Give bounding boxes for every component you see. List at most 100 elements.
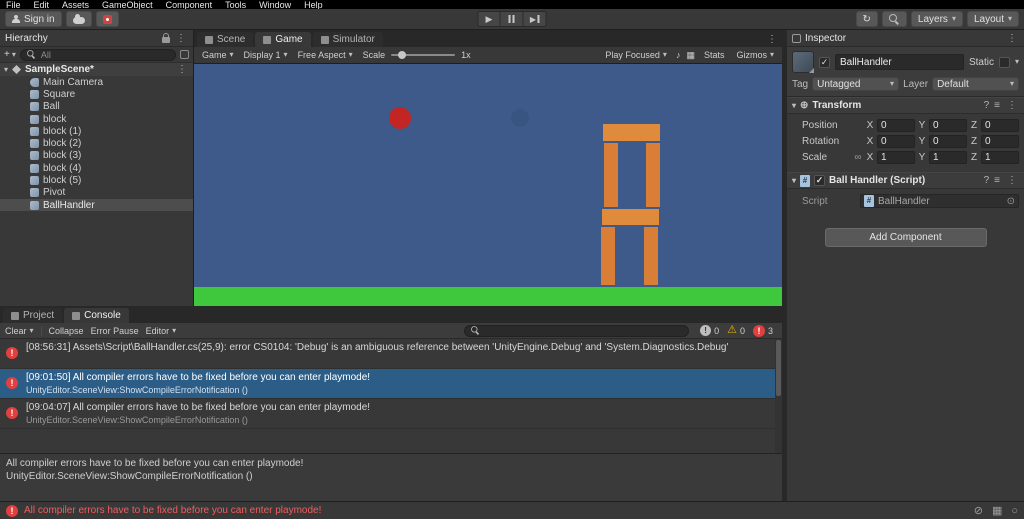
scale-z-field[interactable]: 1 [981,151,1019,164]
scale-slider[interactable] [391,51,456,59]
log-entry[interactable]: [08:56:31] Assets\Script\BallHandler.cs(… [0,339,782,369]
layer-dropdown[interactable]: Default ▾ [932,77,1020,91]
menu-assets[interactable]: Assets [62,0,89,9]
hierarchy-item-block-3[interactable]: block (3) [0,150,193,162]
component-menu-icon[interactable]: ⋮ [1005,100,1019,111]
active-checkbox[interactable]: ✓ [819,56,830,68]
tab-simulator[interactable]: Simulator [312,32,383,47]
help-icon[interactable]: ? [984,100,990,111]
tab-game[interactable]: Game [255,32,311,47]
status-bar[interactable]: All compiler errors have to be fixed bef… [0,501,1024,519]
tab-console[interactable]: Console [64,308,129,323]
sign-in-button[interactable]: Sign in [5,11,62,27]
position-x-field[interactable]: 0 [877,119,915,132]
tab-scene[interactable]: Scene [197,32,254,47]
log-entry-selected[interactable]: [09:01:50] All compiler errors have to b… [0,369,782,399]
step-button[interactable]: ▶ [523,11,547,27]
error-count-toggle[interactable]: 3 [752,324,773,337]
menu-window[interactable]: Window [259,0,291,9]
hierarchy-item-square[interactable]: Square [0,88,193,100]
lock-icon[interactable] [162,32,170,43]
vsync-icon[interactable]: ▦ [686,50,695,61]
tab-project[interactable]: Project [3,308,63,323]
menu-gameobject[interactable]: GameObject [102,0,153,9]
menu-component[interactable]: Component [166,0,213,9]
menu-file[interactable]: File [6,0,21,9]
view-menu-icon[interactable]: ⋮ [765,34,779,45]
script-component-header[interactable]: ▾ # ✓ Ball Handler (Script) ? ≡ ⋮ [787,172,1024,189]
menu-tools[interactable]: Tools [225,0,246,9]
game-viewport[interactable] [194,64,782,306]
aspect-dropdown[interactable]: Free Aspect ▾ [295,50,356,60]
layers-dropdown[interactable]: Layers ▾ [910,11,963,27]
search-by-type-icon[interactable] [180,50,189,59]
console-search-input[interactable] [485,325,684,336]
create-object-button[interactable]: + ▾ [4,49,16,60]
play-focused-dropdown[interactable]: Play Focused ▾ [602,50,670,60]
tag-dropdown[interactable]: Untagged ▾ [812,77,900,91]
notifications-muted-icon[interactable]: ⊘ [974,504,983,517]
background-activity-icon[interactable]: ○ [1011,505,1018,517]
version-control-button[interactable] [95,11,119,27]
scale-slider-knob[interactable] [398,51,407,59]
scene-menu-icon[interactable]: ⋮ [175,64,189,75]
scale-x-field[interactable]: 1 [877,151,915,164]
static-dropdown-icon[interactable]: ▾ [1015,58,1019,66]
help-icon[interactable]: ? [984,175,990,186]
hierarchy-item-ballhandler[interactable]: BallHandler [0,198,193,212]
warning-count-toggle[interactable]: ⚠ 0 [727,325,745,336]
rotation-z-field[interactable]: 0 [981,135,1019,148]
position-y-field[interactable]: 0 [929,119,967,132]
hierarchy-item-block[interactable]: block [0,113,193,125]
position-z-field[interactable]: 0 [981,119,1019,132]
hierarchy-search-input[interactable] [40,49,170,60]
scale-y-field[interactable]: 1 [929,151,967,164]
static-checkbox[interactable] [998,56,1010,68]
hierarchy-scene-row[interactable]: ▾ SampleScene* ⋮ [0,63,193,76]
menu-help[interactable]: Help [304,0,323,9]
menu-edit[interactable]: Edit [34,0,50,9]
gizmos-dropdown[interactable]: Gizmos ▾ [733,50,777,60]
rotation-x-field[interactable]: 0 [877,135,915,148]
foldout-icon[interactable]: ▾ [4,65,8,74]
pause-button[interactable] [500,11,524,27]
hierarchy-item-main-camera[interactable]: Main Camera [0,76,193,88]
mute-audio-icon[interactable]: ♪ [676,50,681,60]
info-count-toggle[interactable]: 0 [700,325,719,336]
script-enabled-checkbox[interactable]: ✓ [814,175,826,186]
inspector-menu-icon[interactable]: ⋮ [1005,33,1019,44]
game-mode-dropdown[interactable]: Game ▾ [199,50,237,60]
console-scrollbar-thumb[interactable] [776,340,781,396]
rotation-y-field[interactable]: 0 [929,135,967,148]
object-picker-icon[interactable]: ⊙ [1007,196,1015,207]
foldout-icon[interactable]: ▾ [792,101,796,110]
object-name-field[interactable] [835,54,964,70]
play-button[interactable]: ▶ [477,11,501,27]
hierarchy-item-block-5[interactable]: block (5) [0,174,193,186]
hierarchy-item-block-4[interactable]: block (4) [0,162,193,174]
component-menu-icon[interactable]: ⋮ [1005,175,1019,186]
transform-component-header[interactable]: ▾ ⊕ Transform ? ≡ ⋮ [787,97,1024,114]
add-component-button[interactable]: Add Component [824,228,987,247]
script-object-field[interactable]: # BallHandler ⊙ [860,194,1019,208]
hierarchy-item-ball[interactable]: Ball [0,101,193,113]
presets-icon[interactable]: ≡ [994,100,1000,111]
console-detail-pane[interactable]: All compiler errors have to be fixed bef… [0,453,782,501]
hierarchy-item-block-2[interactable]: block (2) [0,137,193,149]
clear-button[interactable]: Clear ▾ [5,326,34,336]
gameobject-big-icon[interactable] [792,51,814,73]
cloud-button[interactable] [65,11,92,27]
layout-dropdown[interactable]: Layout ▾ [966,11,1019,27]
log-entry[interactable]: [09:04:07] All compiler errors have to b… [0,399,782,429]
hierarchy-menu-icon[interactable]: ⋮ [174,33,188,44]
global-search-button[interactable] [881,11,907,27]
package-manager-icon[interactable]: ▦ [992,504,1002,517]
stats-button[interactable]: Stats [701,50,728,60]
hierarchy-search[interactable] [19,48,176,61]
hierarchy-item-block-1[interactable]: block (1) [0,125,193,137]
presets-icon[interactable]: ≡ [994,175,1000,186]
hierarchy-item-pivot[interactable]: Pivot [0,187,193,199]
error-pause-toggle[interactable]: Error Pause [91,326,139,336]
collapse-toggle[interactable]: Collapse [49,326,84,336]
editor-dropdown[interactable]: Editor ▾ [146,326,177,336]
